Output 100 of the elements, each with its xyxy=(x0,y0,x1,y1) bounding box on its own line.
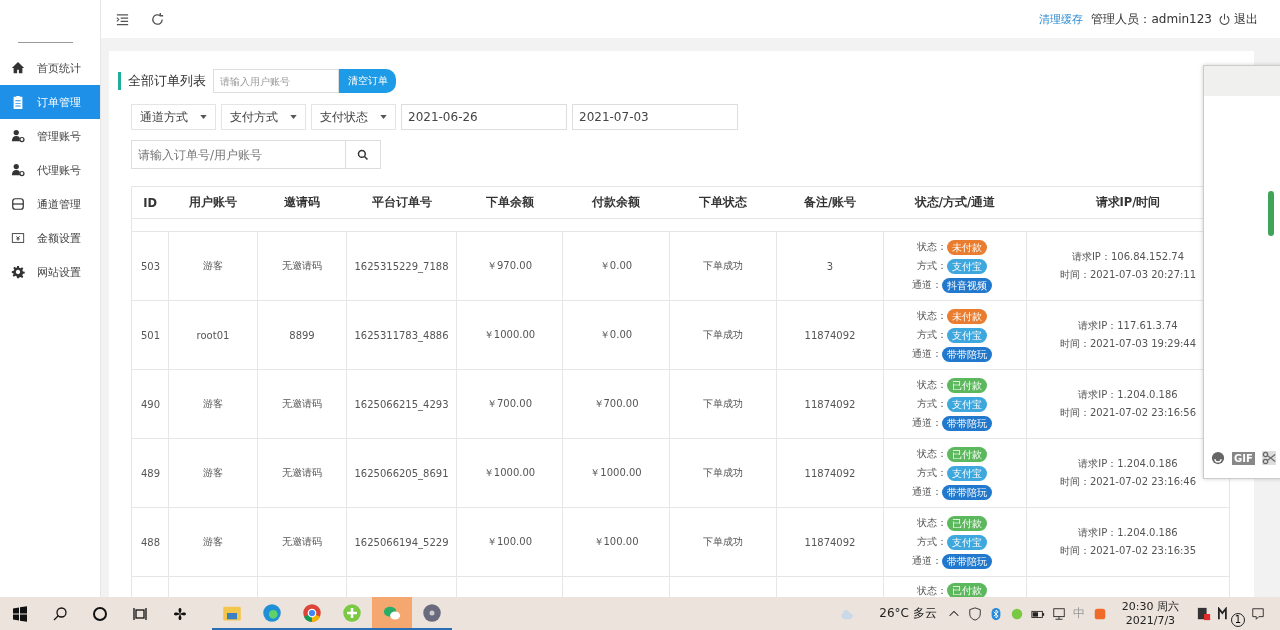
table-cell: 游客 xyxy=(168,507,258,577)
table-cell: 无邀请码 xyxy=(257,231,347,301)
request-ip: 请求IP：117.61.3.74 xyxy=(1078,319,1178,333)
volume-meter-icon xyxy=(1268,191,1274,236)
end-date-field[interactable]: 2021-07-03 xyxy=(572,104,738,130)
channel-label: 通道： xyxy=(911,485,942,499)
user-icon xyxy=(11,129,25,143)
status-label: 状态： xyxy=(916,240,947,254)
table-cell: 490 xyxy=(131,369,169,439)
table-cell: ￥1000.00 xyxy=(562,438,670,508)
table-cell: 11874092 xyxy=(776,507,884,577)
weather-text: 26°C 多云 xyxy=(879,605,937,622)
order-search-field[interactable]: 请输入订单号/用户账号 xyxy=(131,140,346,169)
filter-dropdown[interactable]: 通道方式 xyxy=(131,104,216,130)
method-badge: 支付宝 xyxy=(947,327,987,343)
start-date-field[interactable]: 2021-06-26 xyxy=(401,104,567,130)
filter-dropdown[interactable]: 支付状态 xyxy=(311,104,396,130)
channel-badge: 带带陪玩 xyxy=(942,553,992,569)
status-badge: 已付款 xyxy=(947,515,987,531)
table-cell: 501 xyxy=(131,300,169,370)
caret-icon xyxy=(290,115,297,119)
method-badge: 支付宝 xyxy=(947,258,987,274)
status-badge: 未付款 xyxy=(947,239,987,255)
status-label: 状态： xyxy=(916,447,947,461)
sidebar-item[interactable]: 代理账号 xyxy=(0,153,100,187)
table-cell: ￥970.00 xyxy=(456,231,563,301)
sidebar-item[interactable]: 首页统计 xyxy=(0,51,100,85)
search-button[interactable] xyxy=(346,140,381,169)
table-cell: ￥100.00 xyxy=(562,507,670,577)
filter-dropdown[interactable]: 支付方式 xyxy=(221,104,306,130)
task-view-icon[interactable] xyxy=(132,605,148,622)
channel-label: 通道： xyxy=(911,416,942,430)
scissors-icon[interactable] xyxy=(1261,451,1276,465)
status-label: 状态： xyxy=(916,516,947,530)
table-cell: 3 xyxy=(776,231,884,301)
table-cell: 489 xyxy=(131,438,169,508)
method-badge: 支付宝 xyxy=(947,396,987,412)
column-header: 用户账号 xyxy=(168,186,258,219)
table-cell: 1625066215_4293 xyxy=(346,369,457,439)
action-center-icon[interactable] xyxy=(1251,606,1265,621)
request-time: 时间：2021-07-02 23:16:56 xyxy=(1059,406,1197,420)
table-cell: 8899 xyxy=(257,300,347,370)
table-cell: ￥1000.00 xyxy=(456,438,563,508)
gif-button[interactable]: GIF xyxy=(1232,451,1255,465)
home-icon xyxy=(11,61,25,75)
table-cell: 无邀请码 xyxy=(257,369,347,439)
request-ip: 请求IP：1.204.0.186 xyxy=(1078,388,1178,402)
clock-date: 2021/7/3 xyxy=(1125,613,1176,628)
emoji-icon[interactable] xyxy=(1211,451,1225,465)
clipboard-icon xyxy=(11,95,25,109)
sidebar-item[interactable]: 通道管理 xyxy=(0,187,100,221)
channel-badge: 抖音视频 xyxy=(942,277,992,293)
method-label: 方式： xyxy=(916,328,947,342)
caret-icon xyxy=(200,115,207,119)
column-header: 下单余额 xyxy=(456,186,563,219)
method-label: 方式： xyxy=(916,397,947,411)
status-badge: 未付款 xyxy=(947,308,987,324)
channel-badge: 带带陪玩 xyxy=(942,415,992,431)
windows-start-icon[interactable] xyxy=(12,605,28,622)
notification-badge: 1 xyxy=(1231,612,1245,627)
request-time: 时间：2021-07-02 23:16:35 xyxy=(1059,544,1197,558)
channel-badge: 带带陪玩 xyxy=(942,346,992,362)
table-cell: 下单成功 xyxy=(669,300,777,370)
request-time: 时间：2021-07-03 20:27:11 xyxy=(1059,268,1197,282)
table-cell: 无邀请码 xyxy=(257,507,347,577)
user-search-field[interactable]: 请输入用户账号 xyxy=(213,69,339,93)
channel-label: 通道： xyxy=(911,554,942,568)
method-label: 方式： xyxy=(916,466,947,480)
shield-icon[interactable] xyxy=(967,606,982,621)
fan-icon[interactable] xyxy=(172,605,188,622)
column-header: ID xyxy=(131,186,169,219)
table-cell: 1625066205_8691 xyxy=(346,438,457,508)
channel-label: 通道： xyxy=(911,278,942,292)
menu-icon[interactable] xyxy=(115,11,130,27)
table-cell: 无邀请码 xyxy=(257,438,347,508)
admin-label: 管理人员：admin123 xyxy=(1091,10,1212,28)
cortana-icon[interactable] xyxy=(92,605,108,622)
table-cell: 下单成功 xyxy=(669,507,777,577)
clear-cache-link[interactable]: 清理缓存 xyxy=(1039,11,1084,27)
table-cell: ￥1000.00 xyxy=(456,300,563,370)
network-icon[interactable] xyxy=(1051,606,1066,621)
chat-app-icon[interactable] xyxy=(372,597,412,630)
column-header: 状态/方式/通道 xyxy=(883,186,1027,219)
column-header: 下单状态 xyxy=(669,186,777,219)
money-icon xyxy=(11,231,25,245)
request-ip: 请求IP：106.84.152.74 xyxy=(1071,250,1185,264)
sidebar-item[interactable]: 管理账号 xyxy=(0,119,100,153)
search-icon[interactable] xyxy=(52,605,68,622)
request-ip: 请求IP：1.204.0.186 xyxy=(1078,457,1178,471)
refresh-icon[interactable] xyxy=(150,11,165,27)
column-header: 平台订单号 xyxy=(346,186,457,219)
document-app-icon[interactable] xyxy=(1197,606,1211,621)
table-cell: ￥700.00 xyxy=(562,369,670,439)
search-icon xyxy=(357,148,369,161)
sidebar-item[interactable]: 网站设置 xyxy=(0,255,100,289)
table-cell: 1625311783_4886 xyxy=(346,300,457,370)
sidebar-item[interactable]: 金额设置 xyxy=(0,221,100,255)
channel-label: 通道： xyxy=(911,347,942,361)
logout-link[interactable]: 退出 xyxy=(1218,10,1258,28)
gear-icon xyxy=(11,265,25,279)
